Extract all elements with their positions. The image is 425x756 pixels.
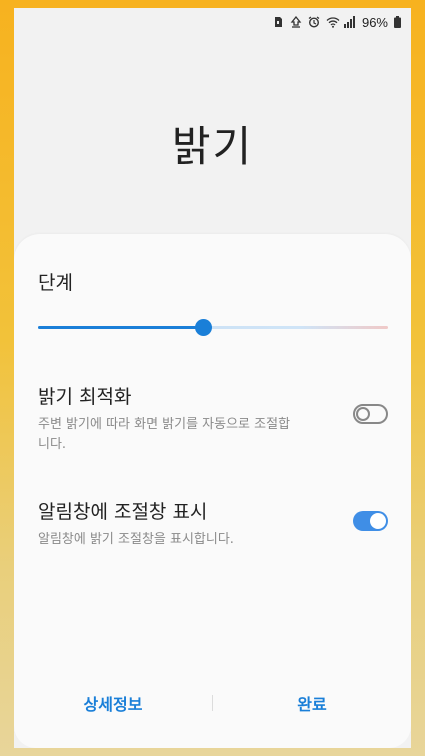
show-in-panel-toggle[interactable] [353,511,388,531]
done-button[interactable]: 완료 [213,691,411,715]
phone-screen: 96% 밝기 단계 밝기 최적화 주변 밝기에 따라 화면 밝기를 자동으로 조… [14,8,411,748]
battery-percentage: 96% [361,14,388,30]
slider-thumb[interactable] [194,319,212,336]
brightness-dialog: 단계 밝기 최적화 주변 밝기에 따라 화면 밝기를 자동으로 조절합니다. 알… [14,234,411,748]
status-bar: 96% [14,8,411,36]
level-label: 단계 [38,272,73,294]
alarm-icon [308,16,320,28]
wifi-icon [326,16,340,28]
sd-card-icon [272,16,284,28]
signal-icon [343,16,356,28]
page-title: 밝기 [171,122,254,171]
setting-description: 알림창에 밝기 조절창을 표시합니다. [38,532,234,547]
slider-fill [38,326,203,329]
toggle-knob [356,407,370,421]
adaptive-brightness-toggle[interactable] [353,404,388,424]
details-button[interactable]: 상세정보 [14,691,212,715]
setting-title: 밝기 최적화 [38,386,132,408]
setting-show-in-panel[interactable]: 알림창에 조절창 표시 알림창에 밝기 조절창을 표시합니다. [38,497,388,550]
setting-title: 알림창에 조절창 표시 [38,501,208,523]
dialog-footer: 상세정보 완료 [14,688,411,718]
brightness-slider[interactable] [38,318,388,338]
setting-adaptive-brightness[interactable]: 밝기 최적화 주변 밝기에 따라 화면 밝기를 자동으로 조절합니다. [38,382,388,455]
battery-icon [394,16,401,28]
upload-icon [290,16,302,28]
setting-description: 주변 밝기에 따라 화면 밝기를 자동으로 조절합니다. [38,417,291,452]
toggle-knob [370,513,386,529]
